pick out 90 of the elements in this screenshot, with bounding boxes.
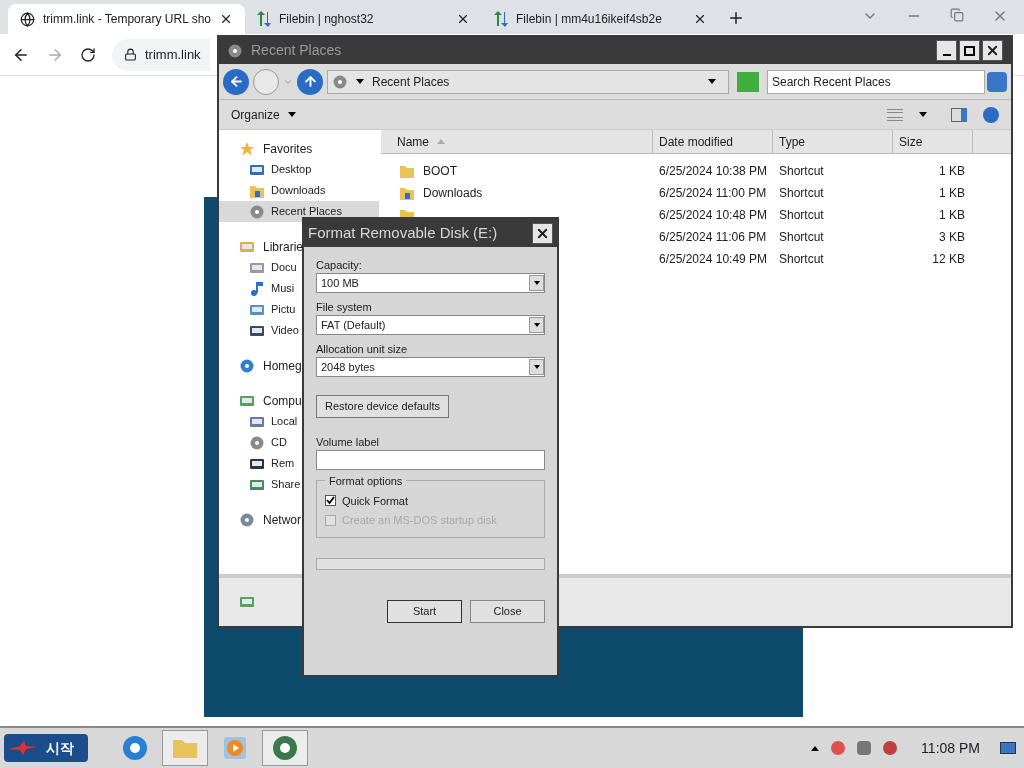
- table-cell-text: Shortcut: [778, 251, 825, 268]
- close-icon[interactable]: [456, 12, 470, 26]
- reload-icon[interactable]: [80, 46, 96, 63]
- table-cell-text: Shortcut: [778, 229, 825, 246]
- caret-icon: [356, 79, 364, 84]
- minimize-button[interactable]: [936, 40, 957, 61]
- nav-item[interactable]: Downloads: [219, 180, 379, 201]
- refresh-button[interactable]: [737, 71, 759, 92]
- browser-tab[interactable]: trimm.link - Temporary URL sho: [8, 4, 245, 34]
- clock[interactable]: 11:08 PM: [921, 737, 980, 759]
- table-cell-text: Shortcut: [778, 207, 825, 224]
- table-cell-text: 1 KB: [938, 185, 966, 202]
- arrows-icon: [494, 11, 508, 27]
- play-icon: [221, 734, 249, 762]
- close-icon[interactable]: [219, 12, 233, 26]
- volume-label-field[interactable]: [316, 450, 545, 470]
- address-field[interactable]: Recent Places: [327, 69, 729, 94]
- new-tab-icon[interactable]: [727, 9, 745, 27]
- dropdown[interactable]: FAT (Default): [316, 315, 545, 335]
- star-icon: [8, 741, 38, 755]
- table-cell-text: Shortcut: [778, 185, 825, 202]
- back-button[interactable]: [223, 68, 249, 95]
- table-cell-text: 1 KB: [938, 207, 966, 224]
- restore-icon[interactable]: [950, 8, 964, 22]
- table-cell-text: 6/25/2024 11:00 PM: [658, 185, 768, 202]
- tab-title: trimm.link - Temporary URL sho: [43, 11, 211, 28]
- tab-title: Filebin | nghost32: [279, 11, 375, 28]
- dialog-title: Format Removable Disk (E:): [308, 222, 499, 243]
- field-label: File system: [316, 300, 373, 315]
- table-cell-text: 6/25/2024 10:48 PM: [658, 207, 769, 224]
- nav-group[interactable]: Favorites: [219, 138, 379, 159]
- file-name[interactable]: BOOT: [423, 162, 457, 180]
- table-cell-text: 6/25/2024 10:38 PM: [658, 163, 769, 180]
- taskbar-app[interactable]: [262, 730, 308, 766]
- show-desktop-icon[interactable]: [1000, 742, 1016, 754]
- column-header[interactable]: Size: [893, 130, 973, 153]
- dialog-button[interactable]: Close: [470, 599, 545, 623]
- address-bar[interactable]: trimm.link: [112, 38, 210, 71]
- folder-icon: [399, 163, 415, 179]
- address-text: Recent Places: [372, 73, 451, 91]
- table-cell-text: 6/25/2024 11:06 PM: [658, 229, 768, 246]
- nav-item[interactable]: Desktop: [219, 159, 379, 180]
- column-header[interactable]: Name: [381, 130, 653, 153]
- browser-tab[interactable]: Filebin | mm4u16ikeif4sb2e: [482, 4, 719, 34]
- close-button[interactable]: [532, 222, 553, 244]
- search-field[interactable]: Search Recent Places: [767, 69, 985, 94]
- taskbar-app[interactable]: [162, 730, 208, 766]
- preview-pane-icon[interactable]: [951, 107, 967, 122]
- forward-button[interactable]: [253, 68, 279, 95]
- dropdown[interactable]: 2048 bytes: [316, 357, 545, 377]
- field-label: Allocation unit size: [316, 342, 409, 357]
- start-button[interactable]: 시작: [4, 734, 88, 762]
- table-cell-text: 6/25/2024 10:49 PM: [658, 251, 769, 268]
- close-button[interactable]: [982, 40, 1003, 61]
- window-title: Recent Places: [251, 41, 343, 60]
- dropdown[interactable]: 100 MB: [316, 273, 545, 293]
- column-header[interactable]: Type: [773, 130, 893, 153]
- field-label: Volume label: [316, 435, 380, 450]
- dropdown-icon: [708, 79, 716, 84]
- file-name[interactable]: Downloads: [423, 184, 483, 202]
- column-header[interactable]: Date modified: [653, 130, 773, 153]
- music-note-icon: [249, 280, 265, 297]
- restore-defaults-button[interactable]: Restore device defaults: [316, 395, 449, 418]
- tab-title: Filebin | mm4u16ikeif4sb2e: [516, 11, 663, 28]
- close-icon[interactable]: [693, 12, 707, 26]
- field-label: Capacity:: [316, 258, 363, 273]
- close-icon: [985, 43, 1000, 58]
- dropdown-icon[interactable]: [919, 112, 927, 117]
- checkbox[interactable]: [325, 495, 336, 507]
- back-icon: [228, 74, 244, 89]
- checkbox-label: Quick Format: [342, 493, 408, 509]
- table-cell-text: Shortcut: [778, 163, 825, 180]
- minimize-icon: [942, 53, 951, 56]
- disc-icon: [249, 434, 265, 451]
- table-cell-text: 12 KB: [931, 251, 966, 268]
- lock-icon: [124, 48, 137, 61]
- maximize-button[interactable]: [959, 40, 980, 61]
- arrows-icon: [257, 11, 271, 27]
- view-options-icon[interactable]: [887, 108, 903, 121]
- show-hidden-icons-icon[interactable]: [811, 745, 820, 751]
- table-cell-text: 3 KB: [938, 229, 966, 246]
- organize-menu[interactable]: Organize: [231, 105, 296, 124]
- star-icon: [239, 140, 255, 157]
- up-button[interactable]: [297, 68, 323, 95]
- browser-tab[interactable]: Filebin | nghost32: [245, 4, 482, 34]
- dialog-button[interactable]: Start: [387, 599, 462, 623]
- maximize-icon: [964, 45, 975, 56]
- folder-icon: [399, 185, 415, 201]
- table-cell-text: 1 KB: [938, 163, 966, 180]
- url-text: trimm.link: [145, 45, 201, 64]
